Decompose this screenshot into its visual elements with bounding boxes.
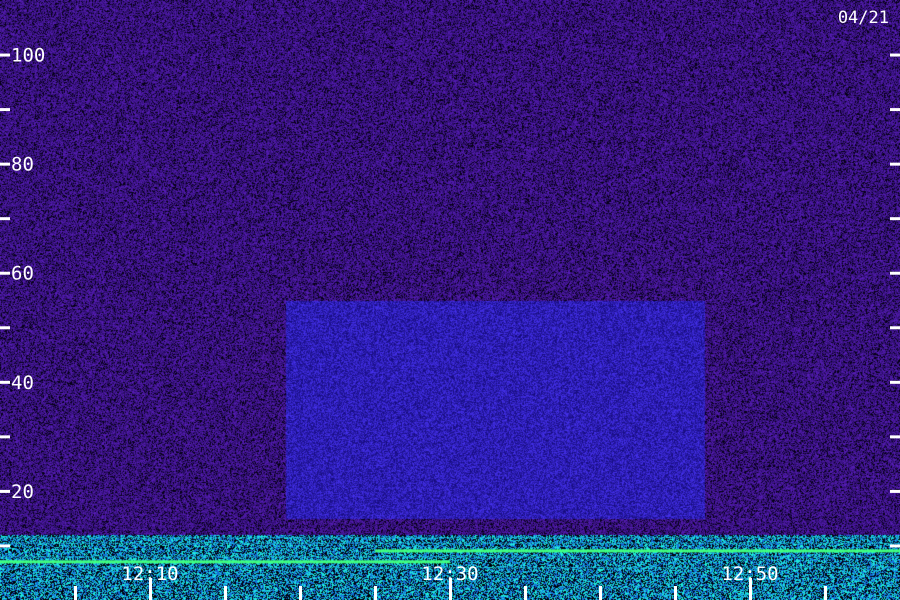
y-tick-left — [0, 326, 10, 330]
x-tick-label: 12:30 — [421, 563, 478, 585]
x-tick — [599, 586, 602, 600]
y-tick-right — [890, 217, 900, 221]
y-tick-left — [0, 435, 10, 439]
y-tick-left — [0, 489, 10, 493]
y-tick-label: 60 — [11, 263, 34, 285]
y-axis-ticks: 20 40 60 80 100 — [0, 45, 900, 548]
y-tick-left — [0, 162, 10, 166]
y-tick-right — [890, 271, 900, 275]
y-tick-label: 20 — [11, 481, 34, 503]
y-tick-left — [0, 217, 10, 221]
y-tick-label: 80 — [11, 154, 34, 176]
y-tick-right — [890, 435, 900, 439]
y-tick-right — [890, 162, 900, 166]
x-tick — [524, 586, 527, 600]
y-tick-left — [0, 53, 10, 57]
y-tick-right — [890, 489, 900, 493]
x-tick — [299, 586, 302, 600]
y-tick-label: 40 — [11, 372, 34, 394]
y-tick-left — [0, 271, 10, 275]
y-tick-label: 100 — [11, 45, 45, 67]
x-tick — [824, 586, 827, 600]
x-tick-label: 12:50 — [721, 563, 778, 585]
y-tick-right — [890, 380, 900, 384]
x-tick — [674, 586, 677, 600]
spectrogram-axes: 20 40 60 80 100 12:10 12:30 12:50 04/21 — [0, 8, 900, 600]
x-tick-label: 12:10 — [121, 563, 178, 585]
x-axis-ticks: 12:10 12:30 12:50 — [74, 563, 827, 600]
date-label: 04/21 — [838, 8, 889, 28]
y-tick-right — [890, 544, 900, 548]
y-tick-right — [890, 53, 900, 57]
x-tick — [374, 586, 377, 600]
y-tick-left — [0, 544, 10, 548]
x-tick — [74, 586, 77, 600]
y-tick-left — [0, 108, 10, 112]
x-tick — [224, 586, 227, 600]
y-tick-left — [0, 380, 10, 384]
y-tick-right — [890, 108, 900, 112]
y-tick-right — [890, 326, 900, 330]
